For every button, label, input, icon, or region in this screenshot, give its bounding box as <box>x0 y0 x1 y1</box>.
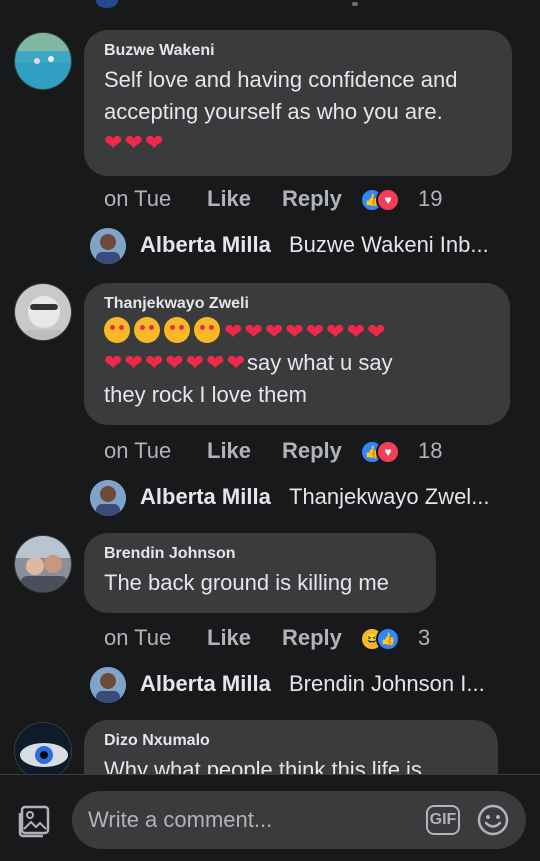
reply-author[interactable]: Alberta Milla <box>140 232 271 258</box>
avatar[interactable] <box>14 32 72 90</box>
photo-icon <box>18 805 50 838</box>
comment-author[interactable]: Dizo Nxumalo <box>104 732 478 750</box>
comment-bubble[interactable]: Dizo Nxumalo Why what people think this … <box>84 720 498 774</box>
comment-time[interactable]: on Tue <box>104 623 171 653</box>
emoji-row: ❤❤❤❤❤❤❤❤ <box>104 317 490 347</box>
reaction-count[interactable]: 18 <box>418 438 442 464</box>
smiling-hearts-face-icon <box>104 317 130 343</box>
comment-text-line: Self love and having confidence and <box>104 67 458 92</box>
comments-feed[interactable]: Buzwe Wakeni Self love and having confid… <box>0 0 540 774</box>
reply-text: Thanjekwayo Zwel... <box>289 484 490 509</box>
partial-avatar <box>96 0 118 8</box>
smiley-icon <box>477 804 509 836</box>
partial-mark <box>352 2 358 6</box>
comment-text: Why what people think this life is <box>104 757 422 774</box>
avatar[interactable] <box>14 283 72 341</box>
comment-text-line: accepting yourself as who you are. <box>104 99 443 124</box>
reaction-count[interactable]: 19 <box>418 186 442 212</box>
heart-emojis: ❤❤❤ <box>104 130 166 155</box>
reply-author[interactable]: Alberta Milla <box>140 484 271 510</box>
gif-button[interactable]: GIF <box>426 805 460 835</box>
comment-composer: Write a comment... GIF <box>0 774 540 861</box>
reply-button[interactable]: Reply <box>282 436 342 466</box>
comment-author[interactable]: Brendin Johnson <box>104 545 416 563</box>
avatar[interactable] <box>14 722 72 774</box>
like-icon: 👍 <box>376 627 400 651</box>
comment-author[interactable]: Buzwe Wakeni <box>104 42 492 60</box>
previous-content-edge <box>0 0 540 12</box>
comment-input-placeholder: Write a comment... <box>88 807 273 832</box>
reply-text: Buzwe Wakeni Inb... <box>289 232 489 257</box>
comment-input[interactable]: Write a comment... GIF <box>72 791 526 849</box>
photo-picker-button[interactable] <box>16 803 52 839</box>
like-button[interactable]: Like <box>207 623 251 653</box>
reaction-summary[interactable]: 😆 👍 <box>360 627 408 653</box>
comment-text-line: ❤❤❤❤❤❤❤say what u say <box>104 350 393 375</box>
like-button[interactable]: Like <box>207 184 251 214</box>
reaction-summary[interactable]: 👍 ♥ <box>360 188 408 214</box>
reply-button[interactable]: Reply <box>282 184 342 214</box>
love-icon: ♥ <box>376 440 400 464</box>
comment-author[interactable]: Thanjekwayo Zweli <box>104 295 490 313</box>
avatar[interactable] <box>90 667 126 703</box>
emoji-button[interactable] <box>476 803 510 837</box>
reaction-count[interactable]: 3 <box>418 625 430 651</box>
reply-text: Brendin Johnson I... <box>289 671 485 696</box>
heart-eyes-face-icon <box>194 317 220 343</box>
heart-eyes-face-icon <box>134 317 160 343</box>
love-icon: ♥ <box>376 188 400 212</box>
avatar[interactable] <box>90 228 126 264</box>
like-button[interactable]: Like <box>207 436 251 466</box>
comment-text: The back ground is killing me <box>104 570 389 595</box>
avatar[interactable] <box>14 535 72 593</box>
reaction-summary[interactable]: 👍 ♥ <box>360 440 408 466</box>
comment-bubble[interactable]: Buzwe Wakeni Self love and having confid… <box>84 30 512 176</box>
reply-author[interactable]: Alberta Milla <box>140 671 271 697</box>
comment-text-line: they rock I love them <box>104 382 307 407</box>
comment-bubble[interactable]: Thanjekwayo Zweli ❤❤❤❤❤❤❤❤ ❤❤❤❤❤❤❤say wh… <box>84 283 510 425</box>
comment-bubble[interactable]: Brendin Johnson The back ground is killi… <box>84 533 436 613</box>
comment-text-tail: say what u say <box>247 350 393 375</box>
comment-time[interactable]: on Tue <box>104 436 171 466</box>
smiling-hearts-face-icon <box>164 317 190 343</box>
comment-time[interactable]: on Tue <box>104 184 171 214</box>
avatar[interactable] <box>90 480 126 516</box>
reply-button[interactable]: Reply <box>282 623 342 653</box>
